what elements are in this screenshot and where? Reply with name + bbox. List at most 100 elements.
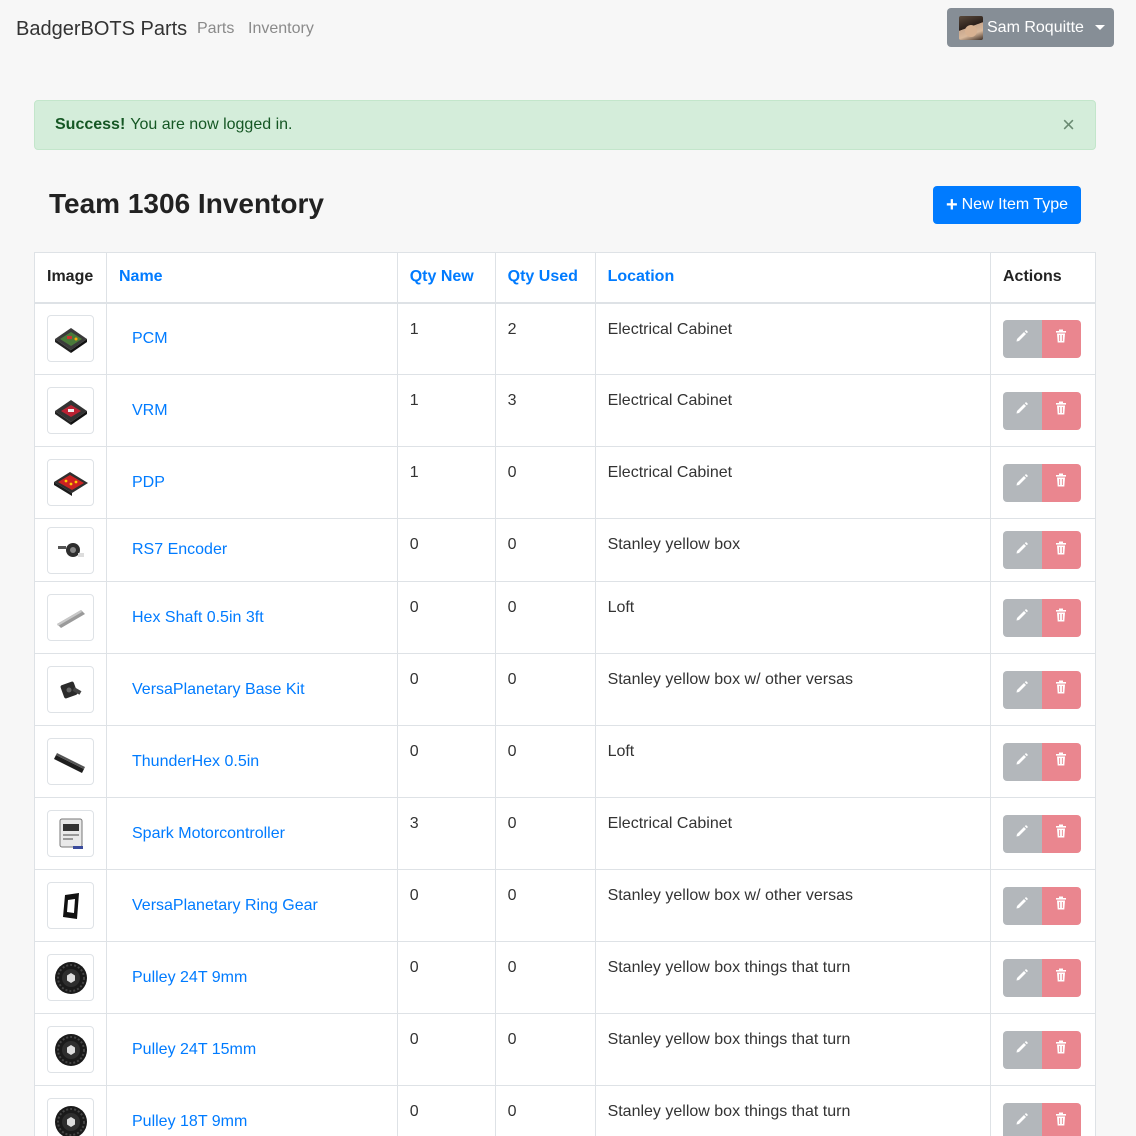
- delete-button[interactable]: [1041, 1102, 1081, 1136]
- user-menu-button[interactable]: Sam Roquitte: [947, 8, 1114, 47]
- qty-used-cell: 0: [494, 725, 596, 798]
- item-name-link[interactable]: ThunderHex 0.5in: [132, 753, 259, 770]
- hex-shaft-icon[interactable]: [47, 594, 94, 641]
- image-cell: [34, 581, 107, 654]
- navbar: BadgerBOTS Parts Parts Inventory Sam Roq…: [0, 0, 1136, 56]
- edit-button[interactable]: [1002, 1030, 1042, 1069]
- pulley-icon[interactable]: [47, 1026, 94, 1073]
- image-cell: [34, 518, 107, 582]
- item-name-link[interactable]: PCM: [132, 330, 168, 347]
- delete-button[interactable]: [1041, 958, 1081, 997]
- new-item-type-button[interactable]: + New Item Type: [933, 186, 1081, 224]
- item-name-link[interactable]: VRM: [132, 402, 168, 419]
- item-name-link[interactable]: PDP: [132, 474, 165, 491]
- edit-button[interactable]: [1002, 531, 1042, 569]
- action-buttons: [1002, 531, 1083, 569]
- pulley-icon[interactable]: [47, 1098, 94, 1136]
- edit-button[interactable]: [1002, 742, 1042, 781]
- page-title: Team 1306 Inventory: [49, 188, 324, 219]
- item-name-link[interactable]: Hex Shaft 0.5in 3ft: [132, 609, 264, 626]
- delete-button[interactable]: [1041, 886, 1081, 925]
- ring-gear-icon[interactable]: [47, 882, 94, 929]
- image-cell: [34, 797, 107, 870]
- header-name[interactable]: Name: [106, 252, 398, 304]
- actions-cell: [989, 581, 1097, 654]
- edit-button[interactable]: [1002, 319, 1042, 358]
- delete-button[interactable]: [1041, 598, 1081, 637]
- pulley-icon[interactable]: [47, 954, 94, 1001]
- qty-new-cell: 0: [396, 653, 496, 726]
- table-row: Spark Motorcontroller 3 0 Electrical Cabine…: [34, 797, 1097, 870]
- delete-button[interactable]: [1041, 814, 1081, 853]
- edit-button[interactable]: [1002, 391, 1042, 430]
- pcm-board-icon[interactable]: [47, 315, 94, 363]
- edit-button[interactable]: [1002, 1102, 1042, 1136]
- header-image: Image: [34, 252, 107, 304]
- edit-button[interactable]: [1002, 463, 1042, 502]
- item-name-link[interactable]: RS7 Encoder: [132, 541, 227, 558]
- gearbox-icon[interactable]: [47, 666, 94, 713]
- user-name: Sam Roquitte: [987, 18, 1084, 36]
- table-row: PCM 1 2 Electrical Cabinet: [34, 302, 1097, 375]
- edit-button[interactable]: [1002, 670, 1042, 709]
- actions-cell: [989, 869, 1097, 942]
- qty-new-cell: 0: [396, 869, 496, 942]
- delete-button[interactable]: [1041, 463, 1081, 502]
- delete-button[interactable]: [1041, 670, 1081, 709]
- location-cell: Stanley yellow box things that turn: [594, 1013, 991, 1086]
- qty-new-cell: 1: [396, 374, 496, 447]
- trash-icon: [1055, 896, 1067, 915]
- actions-cell: [989, 1013, 1097, 1086]
- table-header-row: Image Name Qty New Qty Used Location Act…: [34, 252, 1097, 304]
- table-row: VersaPlanetary Base Kit 0 0 Stanley yellow …: [34, 653, 1097, 726]
- edit-button[interactable]: [1002, 958, 1042, 997]
- name-cell: VersaPlanetary Ring Gear: [106, 869, 398, 942]
- action-buttons: [1002, 742, 1083, 781]
- delete-button[interactable]: [1041, 1030, 1081, 1069]
- qty-used-cell: 0: [494, 446, 596, 519]
- item-name-link[interactable]: VersaPlanetary Ring Gear: [132, 897, 318, 914]
- header-qty-new[interactable]: Qty New: [396, 252, 496, 304]
- delete-button[interactable]: [1041, 319, 1081, 358]
- image-cell: [34, 302, 107, 375]
- location-cell: Electrical Cabinet: [594, 302, 991, 375]
- item-name-link[interactable]: Pulley 24T 9mm: [132, 969, 247, 986]
- name-cell: VRM: [106, 374, 398, 447]
- vrm-board-icon[interactable]: [47, 387, 94, 434]
- edit-button[interactable]: [1002, 814, 1042, 853]
- pdp-board-icon[interactable]: [47, 459, 94, 506]
- action-buttons: [1002, 319, 1083, 358]
- qty-used-cell: 0: [494, 1085, 596, 1136]
- spark-controller-icon[interactable]: [47, 810, 94, 857]
- trash-icon: [1055, 752, 1067, 771]
- delete-button[interactable]: [1041, 742, 1081, 781]
- close-icon[interactable]: ×: [1062, 114, 1075, 136]
- thunderhex-icon[interactable]: [47, 738, 94, 785]
- name-cell: VersaPlanetary Base Kit: [106, 653, 398, 726]
- delete-button[interactable]: [1041, 531, 1081, 569]
- name-cell: PDP: [106, 446, 398, 519]
- inventory-table: Image Name Qty New Qty Used Location Act…: [34, 252, 1097, 1136]
- edit-button[interactable]: [1002, 598, 1042, 637]
- header-location[interactable]: Location: [594, 252, 991, 304]
- actions-cell: [989, 446, 1097, 519]
- encoder-icon[interactable]: [47, 526, 94, 574]
- action-buttons: [1002, 814, 1083, 853]
- nav-link-inventory[interactable]: Inventory: [248, 19, 314, 39]
- pencil-icon: [1015, 473, 1029, 492]
- table-row: Pulley 24T 15mm 0 0 Stanley yellow box thin…: [34, 1013, 1097, 1086]
- trash-icon: [1055, 1112, 1067, 1131]
- item-name-link[interactable]: VersaPlanetary Base Kit: [132, 681, 305, 698]
- image-cell: [34, 1013, 107, 1086]
- item-name-link[interactable]: Spark Motorcontroller: [132, 825, 285, 842]
- name-cell: RS7 Encoder: [106, 518, 398, 582]
- item-name-link[interactable]: Pulley 24T 15mm: [132, 1041, 256, 1058]
- name-cell: Pulley 24T 15mm: [106, 1013, 398, 1086]
- delete-button[interactable]: [1041, 391, 1081, 430]
- header-qty-used[interactable]: Qty Used: [494, 252, 596, 304]
- item-name-link[interactable]: Pulley 18T 9mm: [132, 1113, 247, 1130]
- edit-button[interactable]: [1002, 886, 1042, 925]
- nav-link-parts[interactable]: Parts: [197, 19, 234, 39]
- brand-link[interactable]: BadgerBOTS Parts: [16, 16, 187, 42]
- alert-message: You are now logged in.: [130, 116, 293, 133]
